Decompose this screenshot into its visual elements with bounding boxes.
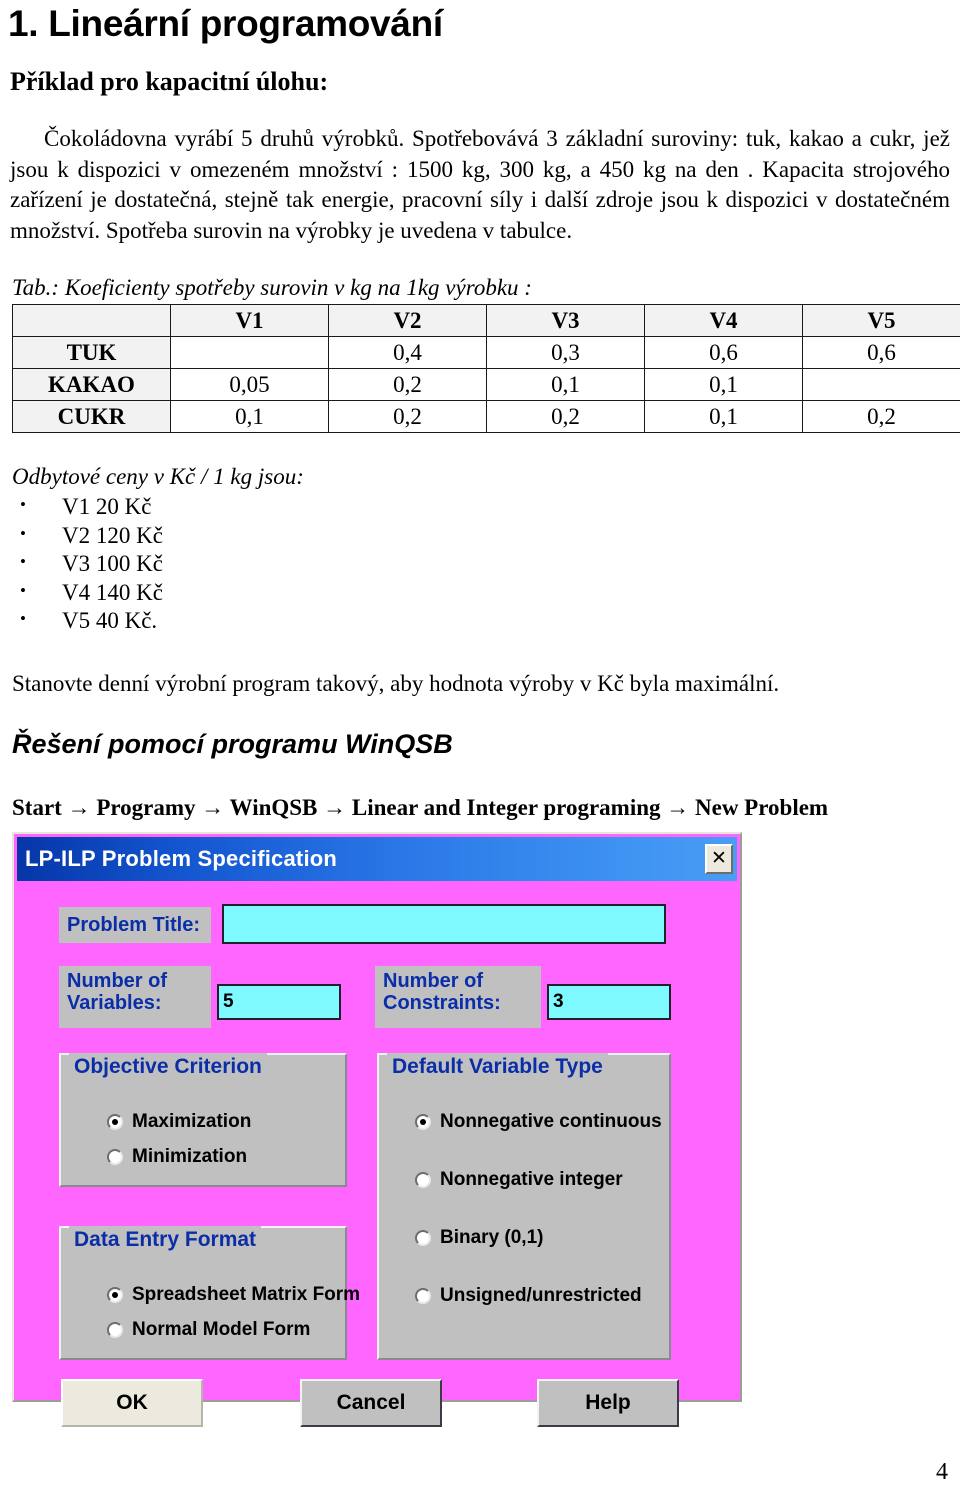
table-cell	[803, 369, 960, 401]
table-row: CUKR 0,1 0,2 0,2 0,1 0,2	[13, 401, 960, 433]
table-caption: Tab.: Koeficienty spotřeby surovin v kg …	[12, 274, 954, 302]
radio-binary-label: Binary (0,1)	[440, 1227, 543, 1249]
coefficients-table: V1 V2 V3 V4 V5 TUK 0,4 0,3 0,6 0,6 KAKAO…	[12, 304, 960, 433]
table-cell: 0,1	[487, 369, 645, 401]
table-row: KAKAO 0,05 0,2 0,1 0,1	[13, 369, 960, 401]
list-item: V2 120 Kč	[6, 522, 954, 551]
list-item: V3 100 Kč	[6, 550, 954, 579]
closing-paragraph: Stanovte denní výrobní program takový, a…	[12, 669, 950, 699]
number-of-constraints-label: Number of Constraints:	[375, 966, 541, 1028]
radio-nonnegative-integer-label: Nonnegative integer	[440, 1169, 623, 1191]
price-list: V1 20 Kč V2 120 Kč V3 100 Kč V4 140 Kč V…	[6, 493, 954, 636]
table-corner-cell	[13, 305, 171, 337]
table-col-header: V3	[487, 305, 645, 337]
number-of-constraints-input[interactable]: 3	[547, 984, 671, 1020]
radio-selected-icon	[107, 1287, 123, 1303]
number-of-constraints-label-line2: Constraints:	[383, 992, 533, 1014]
number-of-variables-label-line2: Variables:	[67, 992, 203, 1014]
list-item: V4 140 Kč	[6, 579, 954, 608]
lp-ilp-problem-specification-dialog: LP-ILP Problem Specification ✕ Problem T…	[12, 832, 742, 1402]
radio-selected-icon	[107, 1114, 123, 1130]
radio-maximization[interactable]: Maximization	[107, 1111, 251, 1133]
table-cell: 0,3	[487, 337, 645, 369]
objective-criterion-group: Objective Criterion Maximization Minimiz…	[59, 1053, 347, 1187]
radio-spreadsheet-matrix-form-label: Spreadsheet Matrix Form	[132, 1284, 360, 1306]
document-page: 1. Lineární programování Příklad pro kap…	[0, 2, 960, 1494]
radio-nonnegative-integer[interactable]: Nonnegative integer	[415, 1169, 623, 1191]
radio-selected-icon	[415, 1114, 431, 1130]
data-entry-format-legend: Data Entry Format	[69, 1226, 261, 1253]
intro-paragraph: Čokoládovna vyrábí 5 druhů výrobků. Spot…	[10, 124, 950, 246]
problem-title-label: Problem Title:	[59, 907, 211, 943]
number-of-variables-label-line1: Number of	[67, 970, 203, 992]
objective-criterion-legend: Objective Criterion	[69, 1053, 267, 1080]
default-variable-type-group: Default Variable Type Nonnegative contin…	[377, 1053, 671, 1360]
table-cell: 0,6	[645, 337, 803, 369]
table-cell: 0,6	[803, 337, 960, 369]
radio-unselected-icon	[107, 1322, 123, 1338]
table-cell: 0,1	[171, 401, 329, 433]
table-cell	[171, 337, 329, 369]
radio-maximization-label: Maximization	[132, 1111, 251, 1133]
radio-unselected-icon	[415, 1230, 431, 1246]
radio-unsigned-unrestricted[interactable]: Unsigned/unrestricted	[415, 1285, 642, 1307]
number-of-variables-label: Number of Variables:	[59, 966, 211, 1028]
radio-minimization[interactable]: Minimization	[107, 1146, 247, 1168]
table-header-row: V1 V2 V3 V4 V5	[13, 305, 960, 337]
dialog-titlebar: LP-ILP Problem Specification ✕	[17, 837, 737, 881]
close-icon[interactable]: ✕	[705, 844, 733, 874]
radio-normal-model-form-label: Normal Model Form	[132, 1319, 310, 1341]
table-cell: 0,2	[329, 369, 487, 401]
number-of-constraints-label-line1: Number of	[383, 970, 533, 992]
table-col-header: V1	[171, 305, 329, 337]
table-col-header: V4	[645, 305, 803, 337]
table-row-header: TUK	[13, 337, 171, 369]
table-col-header: V5	[803, 305, 960, 337]
number-of-variables-input[interactable]: 5	[217, 984, 341, 1020]
table-row-header: CUKR	[13, 401, 171, 433]
dialog-body: Problem Title: Number of Variables: 5 Nu…	[17, 881, 737, 1397]
ok-button[interactable]: OK	[61, 1379, 203, 1427]
page-title: 1. Lineární programování	[8, 2, 954, 46]
radio-unselected-icon	[415, 1288, 431, 1304]
list-item: V5 40 Kč.	[6, 607, 954, 636]
radio-binary[interactable]: Binary (0,1)	[415, 1227, 543, 1249]
help-button[interactable]: Help	[537, 1379, 679, 1427]
navigation-path: Start → Programy → WinQSB → Linear and I…	[12, 793, 954, 823]
page-number: 4	[936, 1459, 948, 1486]
table-cell: 0,2	[803, 401, 960, 433]
table-row: TUK 0,4 0,3 0,6 0,6	[13, 337, 960, 369]
table-cell: 0,2	[487, 401, 645, 433]
solution-heading: Řešení pomocí programu WinQSB	[12, 727, 954, 761]
radio-unselected-icon	[107, 1149, 123, 1165]
default-variable-type-legend: Default Variable Type	[387, 1053, 608, 1080]
data-entry-format-group: Data Entry Format Spreadsheet Matrix For…	[59, 1226, 347, 1360]
cancel-button[interactable]: Cancel	[300, 1379, 442, 1427]
table-cell: 0,4	[329, 337, 487, 369]
price-list-intro: Odbytové ceny v Kč / 1 kg jsou:	[12, 463, 954, 491]
radio-nonnegative-continuous[interactable]: Nonnegative continuous	[415, 1111, 662, 1133]
table-row-header: KAKAO	[13, 369, 171, 401]
table-cell: 0,1	[645, 369, 803, 401]
table-col-header: V2	[329, 305, 487, 337]
radio-nonnegative-continuous-label: Nonnegative continuous	[440, 1111, 662, 1133]
table-cell: 0,05	[171, 369, 329, 401]
table-cell: 0,1	[645, 401, 803, 433]
dialog-title: LP-ILP Problem Specification	[25, 846, 337, 872]
radio-spreadsheet-matrix-form[interactable]: Spreadsheet Matrix Form	[107, 1284, 360, 1306]
radio-unsigned-unrestricted-label: Unsigned/unrestricted	[440, 1285, 642, 1307]
radio-normal-model-form[interactable]: Normal Model Form	[107, 1319, 310, 1341]
problem-title-input[interactable]	[222, 904, 666, 944]
radio-unselected-icon	[415, 1172, 431, 1188]
list-item: V1 20 Kč	[6, 493, 954, 522]
section-subtitle: Příklad pro kapacitní úlohu:	[10, 66, 954, 98]
radio-minimization-label: Minimization	[132, 1146, 247, 1168]
table-cell: 0,2	[329, 401, 487, 433]
